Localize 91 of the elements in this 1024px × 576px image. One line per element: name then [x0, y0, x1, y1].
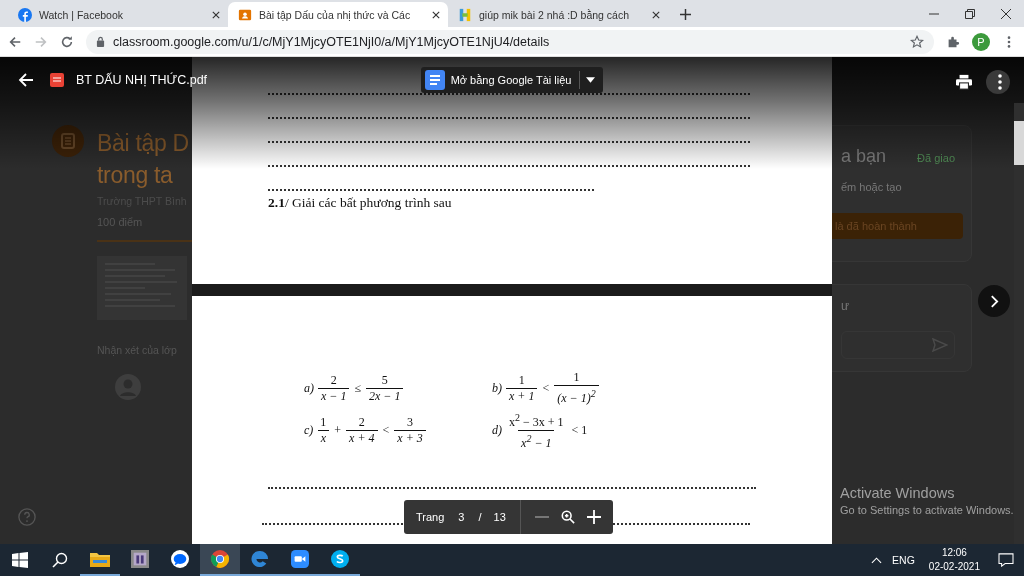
address-bar[interactable]: classroom.google.com/u/1/c/MjY1MjcyOTE1NjI0/a/MjY1MjcyOTE1NjU4/details — [86, 29, 934, 54]
video-camera-icon — [290, 550, 310, 568]
close-icon[interactable] — [432, 10, 440, 19]
s-logo-icon — [330, 550, 350, 568]
page-label: Trang — [416, 511, 445, 523]
activation-title: Activate Windows — [840, 485, 956, 501]
h-logo-icon — [458, 7, 472, 22]
open-with-button[interactable]: Mở bằng Google Tài liệu — [420, 67, 604, 93]
close-icon[interactable] — [212, 10, 220, 19]
clock-time: 12:06 — [941, 546, 967, 560]
numerator: 1 — [572, 370, 581, 385]
edge-icon — [250, 550, 270, 568]
denominator: 2x − 1 — [366, 387, 404, 404]
browser-tab[interactable]: Bài tập Dấu của nhị thức và Các — [228, 2, 448, 27]
math-operator: < 1 — [570, 423, 589, 438]
open-with-label: Mở bằng Google Tài liệu — [450, 74, 572, 86]
math-operator: ≤ — [353, 380, 363, 396]
denominator: x + 1 — [506, 387, 538, 404]
problem-label: a) — [304, 380, 314, 396]
numerator: 2 — [357, 415, 366, 430]
windows-start-icon[interactable] — [12, 552, 28, 568]
account-avatar-icon[interactable] — [986, 70, 1010, 94]
math-operator: < — [541, 380, 551, 396]
denominator: x$^{2}$ − 1 — [518, 430, 555, 451]
numerator: 2 — [329, 372, 338, 388]
numerator: 5 — [380, 372, 389, 388]
star-icon[interactable] — [910, 34, 924, 49]
numerator: 1 — [517, 372, 526, 388]
close-icon[interactable] — [652, 10, 660, 19]
pdf-file-icon — [50, 73, 64, 87]
assignment-icon — [52, 125, 84, 157]
more-icon[interactable] — [998, 74, 1002, 90]
status-text: Đã giao — [917, 152, 955, 164]
new-tab-icon[interactable] — [680, 9, 691, 20]
tab-title: Bài tập Dấu của nhị thức và Các — [259, 8, 412, 21]
print-icon[interactable] — [956, 74, 972, 90]
page-separator: / — [478, 511, 482, 523]
numerator: 1 — [319, 415, 328, 430]
math-operator: + — [333, 423, 343, 438]
zoom-in-icon[interactable] — [586, 510, 601, 524]
classroom-icon — [238, 7, 252, 22]
card-heading: a bạn — [841, 146, 887, 167]
problem-label: c) — [304, 423, 314, 438]
tab-title: giúp mik bài 2 nhá :D bằng cách — [479, 8, 630, 21]
math-operator: < — [381, 423, 391, 438]
zoom-icon[interactable] — [560, 510, 575, 524]
browser-tab[interactable]: Watch | Facebook — [8, 2, 228, 27]
card-heading: ư — [841, 299, 851, 313]
numerator: x$^{2}$ − 3x + 1 — [508, 411, 565, 430]
clock-date: 02-02-2021 — [928, 560, 980, 574]
caret-icon[interactable] — [586, 77, 596, 83]
chat-bubble-icon — [170, 550, 190, 568]
restore-icon[interactable] — [965, 9, 975, 19]
search-icon[interactable] — [52, 552, 68, 568]
close-icon[interactable] — [1001, 9, 1011, 19]
page-total: 13 — [493, 511, 506, 523]
back-icon[interactable] — [18, 72, 34, 88]
puzzle-icon[interactable] — [946, 34, 960, 49]
folder-icon — [90, 550, 110, 568]
denominator: x − 1 — [318, 387, 350, 404]
notification-icon[interactable] — [998, 553, 1014, 567]
exercise-heading: 2.1/ Giải các bất phương trình sau — [268, 195, 453, 211]
assignment-title: trong ta — [97, 161, 174, 190]
problem-label: b) — [492, 380, 502, 396]
tab-title: Watch | Facebook — [39, 8, 125, 21]
app-icon — [130, 550, 150, 568]
browser-tab[interactable]: giúp mik bài 2 nhá :D bằng cách — [448, 2, 668, 27]
url-text: classroom.google.com/u/1/c/MjY1MjcyOTE1NjI0/a/MjY1MjcyOTE1NjU4/details — [113, 34, 551, 49]
page-number-field[interactable]: 3 — [456, 511, 467, 523]
reload-icon[interactable] — [60, 34, 74, 49]
assignment-title: Bài tập D — [97, 129, 189, 158]
comment-field[interactable] — [841, 331, 955, 359]
denominator: x + 3 — [394, 430, 426, 446]
denominator: (x − 1)$^{2}$ — [554, 385, 599, 406]
chevron-right-icon — [989, 294, 999, 308]
denominator: x — [317, 430, 329, 446]
language-indicator[interactable]: ENG — [892, 554, 915, 566]
hint-text: ếm hoặc tạo — [841, 181, 903, 193]
docs-icon — [424, 70, 445, 90]
lock-icon — [96, 36, 105, 47]
numerator: 3 — [406, 415, 415, 430]
problem-label: d) — [492, 423, 502, 438]
chrome-icon — [210, 550, 230, 568]
file-name: BT DẤU NHỊ THỨC.pdf — [76, 73, 208, 87]
denominator: x + 4 — [346, 430, 378, 446]
next-button[interactable] — [978, 285, 1010, 317]
activation-message: Go to Settings to activate Windows. — [840, 504, 1014, 516]
facebook-icon — [18, 7, 32, 22]
chevron-up-icon[interactable] — [871, 556, 883, 564]
profile-avatar[interactable]: P — [972, 32, 990, 51]
scrollbar-thumb[interactable] — [1014, 121, 1024, 165]
